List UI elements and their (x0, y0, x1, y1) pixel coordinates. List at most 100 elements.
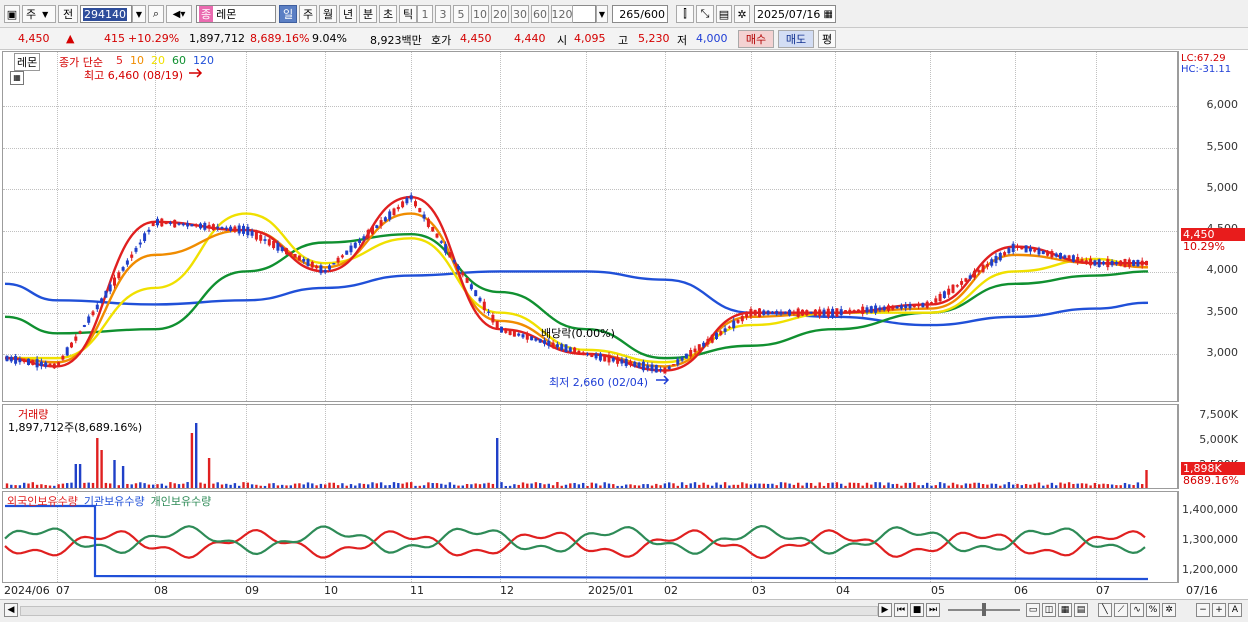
font-size-icon[interactable]: A (1228, 603, 1242, 617)
candle (633, 361, 637, 367)
fast-forward-button[interactable]: ⏭ (926, 603, 940, 617)
candle (242, 225, 245, 234)
candle-type-icon[interactable]: ⫿ (676, 5, 694, 23)
candle (319, 265, 323, 274)
volume-chart[interactable] (3, 405, 1177, 488)
volume-bar (440, 483, 443, 488)
volume-bar (444, 484, 447, 488)
volume-value: 1,897,712 (189, 32, 245, 45)
stock-code-input[interactable]: 294140 (80, 5, 132, 23)
candle (366, 229, 370, 239)
minus-icon[interactable]: − (1196, 603, 1210, 617)
period-tab-3[interactable]: 월 (319, 5, 337, 23)
calendar-icon[interactable]: ▦ (824, 9, 833, 20)
percent-icon[interactable]: % (1146, 603, 1160, 617)
candle (770, 311, 774, 314)
candle (353, 242, 357, 248)
interval-tab-60[interactable]: 60 (531, 5, 549, 23)
candle (469, 284, 473, 290)
trend-icon[interactable]: ⟋ (1114, 603, 1128, 617)
volume-bar (324, 484, 327, 488)
candle (78, 331, 82, 334)
candle (478, 297, 482, 302)
scroll-left-button[interactable]: ◀ (4, 603, 18, 617)
zoom-slider-thumb[interactable] (982, 603, 986, 616)
period-tab-5[interactable]: 분 (359, 5, 377, 23)
stop-button[interactable]: ■ (910, 603, 924, 617)
period-tab-4[interactable]: 년 (339, 5, 357, 23)
interval-tab-5[interactable]: 5 (453, 5, 469, 23)
candle (938, 293, 942, 302)
gear-icon[interactable]: ✲ (734, 5, 750, 23)
period-tab-1[interactable]: 일 (279, 5, 297, 23)
type-select[interactable]: 주 ▼ (22, 5, 56, 23)
ma-120-line (4, 270, 1149, 327)
interval-dropdown-button[interactable]: ▼ (596, 5, 608, 23)
volume-bar (900, 485, 903, 488)
candle (960, 281, 964, 285)
holders-legend-2: 기관보유수량 (83, 495, 145, 508)
period-tab-7[interactable]: 틱 (399, 5, 417, 23)
volume-bar (736, 484, 740, 488)
interval-custom-input[interactable] (572, 5, 596, 23)
search-icon[interactable]: ⌕ (148, 5, 164, 23)
window-icon[interactable]: ▣ (4, 5, 20, 23)
period-tab-2[interactable]: 주 (299, 5, 317, 23)
volume-bar (397, 483, 400, 488)
volume-bar (427, 482, 430, 488)
volume-bar (250, 484, 254, 488)
table-icon[interactable]: ▤ (1074, 603, 1088, 617)
eval-button[interactable]: 평 (818, 30, 836, 48)
period-tab-6[interactable]: 초 (379, 5, 397, 23)
interval-tab-30[interactable]: 30 (511, 5, 529, 23)
scrollbar[interactable] (20, 606, 878, 616)
volume-bar (401, 483, 404, 488)
sell-button[interactable]: 매도 (778, 30, 814, 48)
wave-icon[interactable]: ∿ (1130, 603, 1144, 617)
volume-bar (1003, 484, 1006, 488)
volume-bar (109, 483, 112, 488)
plus-icon[interactable]: + (1212, 603, 1226, 617)
volume-bar (345, 485, 348, 488)
interval-tab-120[interactable]: 120 (551, 5, 573, 23)
volume-bar (844, 485, 847, 488)
scroll-right-button[interactable]: ▶ (878, 603, 892, 617)
candle (302, 258, 306, 262)
volume-bar (1016, 483, 1019, 488)
price-chart[interactable] (3, 52, 1177, 401)
candle (194, 224, 198, 227)
layout-icon[interactable]: ▭ (1026, 603, 1040, 617)
split-icon[interactable]: ◫ (1042, 603, 1056, 617)
candle (306, 259, 310, 266)
candle (822, 309, 826, 316)
interval-tab-1[interactable]: 1 (417, 5, 433, 23)
candle (994, 256, 998, 264)
grid-icon[interactable]: ▦ (1058, 603, 1072, 617)
code-dropdown-button[interactable]: ▼ (132, 5, 146, 23)
speaker-icon[interactable]: ◀▾ (166, 5, 192, 23)
candle (977, 270, 981, 273)
candle (1132, 260, 1136, 267)
candle (95, 304, 99, 310)
save-icon[interactable]: ▤ (716, 5, 732, 23)
volume-bar (164, 485, 168, 488)
chart-menu-icon[interactable]: ▦ (10, 71, 24, 85)
stock-name-field[interactable]: 종 레몬 (196, 5, 276, 23)
draw-line-icon[interactable]: ╲ (1098, 603, 1112, 617)
interval-tab-3[interactable]: 3 (435, 5, 451, 23)
crosshair-icon[interactable]: ⤡ (696, 5, 714, 23)
candle (998, 252, 1002, 261)
volume-bar (448, 482, 452, 488)
count-input[interactable]: 265/600 (612, 5, 668, 23)
interval-tab-10[interactable]: 10 (471, 5, 489, 23)
interval-tab-20[interactable]: 20 (491, 5, 509, 23)
chevron-down-icon: ▼ (42, 9, 49, 19)
volume-bar (848, 482, 851, 488)
prev-button[interactable]: 전 (58, 5, 78, 23)
settings-icon[interactable]: ✲ (1162, 603, 1176, 617)
volume-bar (1007, 482, 1011, 488)
date-input[interactable]: 2025/07/16 ▦ (754, 5, 836, 23)
volume-bar (121, 466, 125, 488)
rewind-button[interactable]: ⏮ (894, 603, 908, 617)
buy-button[interactable]: 매수 (738, 30, 774, 48)
